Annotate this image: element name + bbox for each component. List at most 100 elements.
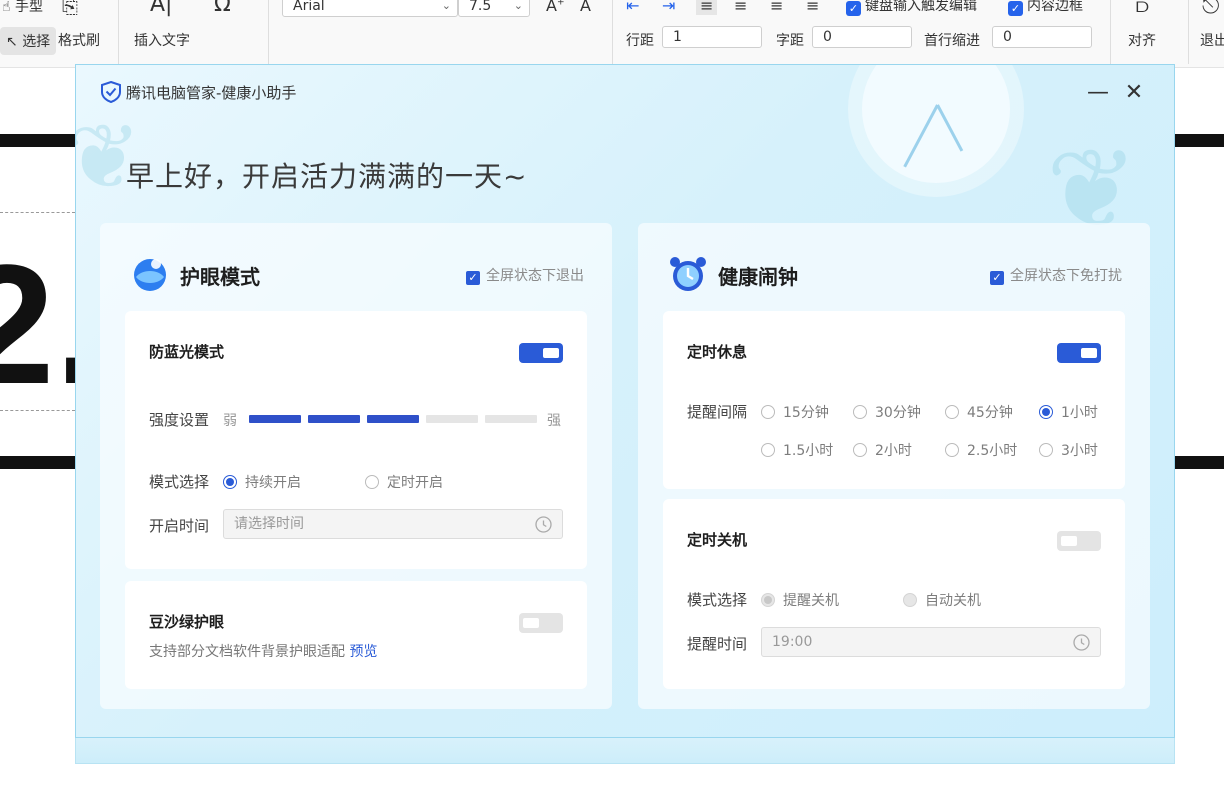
start-time-input[interactable]: 请选择时间: [223, 509, 563, 539]
close-button[interactable]: ✕: [1120, 79, 1148, 107]
intensity-weak-label: 弱: [223, 413, 237, 429]
toolbar-divider: [118, 0, 119, 64]
grow-font-button[interactable]: A+: [546, 0, 565, 15]
shutdown-time-input[interactable]: 19:00: [761, 627, 1101, 657]
start-time-label: 开启时间: [149, 517, 210, 535]
timed-shutdown-title: 定时关机: [687, 531, 748, 549]
first-indent-input[interactable]: 0: [992, 26, 1092, 48]
blue-mode-label: 模式选择: [149, 473, 210, 491]
tencent-shield-icon: [101, 81, 121, 103]
health-assistant-dialog: ❦ ❦ 腾讯电脑管家-健康小助手 — ✕ 早上好，开启活力满满的一天~ 护眼模式…: [75, 64, 1175, 738]
justify-icon[interactable]: ≡: [806, 0, 819, 15]
chevron-down-icon: ⌄: [513, 0, 523, 12]
checkmark-icon: ✓: [990, 271, 1004, 285]
timed-rest-toggle[interactable]: [1057, 343, 1101, 363]
green-eye-toggle[interactable]: [519, 613, 563, 633]
shutdown-time-label: 提醒时间: [687, 635, 748, 653]
doc-dashed-line: [0, 212, 75, 213]
insert-text-icon[interactable]: A|: [150, 0, 172, 17]
font-name-value: Arial: [293, 0, 325, 14]
align-right-icon[interactable]: ≡: [770, 0, 783, 15]
background-pane-edge: [75, 738, 1175, 764]
interval-option-radio[interactable]: 45分钟: [945, 402, 1013, 422]
align-objects-icon[interactable]: ⫐: [1136, 0, 1149, 19]
exit-icon[interactable]: ⎋: [1202, 0, 1219, 19]
mode-timed-radio[interactable]: 定时开启: [365, 472, 443, 492]
eye-mode-card: 护眼模式 ✓ 全屏状态下退出 防蓝光模式 强度设置 弱 强 模式选择 持续开启 定…: [100, 223, 612, 709]
interval-option-radio[interactable]: 2小时: [853, 440, 912, 460]
mode-remind-shutdown-radio[interactable]: 提醒关机: [761, 590, 839, 610]
clock-icon: [535, 516, 552, 533]
start-time-placeholder: 请选择时间: [234, 516, 304, 532]
timed-shutdown-section: 定时关机 模式选择 提醒关机 自动关机 提醒时间 19:00: [663, 499, 1125, 689]
align-left-icon[interactable]: ≡: [696, 0, 718, 15]
format-painter-icon[interactable]: ⎘: [62, 0, 78, 18]
intensity-segment[interactable]: [485, 415, 537, 423]
toolbar-divider: [1110, 0, 1111, 64]
content-border-checkbox[interactable]: ✓ 内容边框: [1008, 0, 1083, 16]
eye-mode-title: 护眼模式: [180, 265, 260, 289]
exit-button[interactable]: 退出: [1200, 30, 1224, 50]
font-name-select[interactable]: Arial ⌄: [282, 0, 458, 17]
intensity-slider[interactable]: [249, 415, 539, 423]
intensity-segment[interactable]: [308, 415, 360, 423]
alarm-clock-icon: [670, 257, 706, 291]
chevron-down-icon: ⌄: [441, 0, 451, 12]
editor-toolbar: ☝ 手型 ↖ 选择 ⎘ 格式刷 A| 插入文字 Ω Arial ⌄ 7.5 ⌄ …: [0, 0, 1224, 68]
alarm-title: 健康闹钟: [718, 265, 798, 289]
interval-option-radio[interactable]: 30分钟: [853, 402, 921, 422]
select-label: 选择: [22, 34, 51, 50]
shutdown-mode-label: 模式选择: [687, 591, 748, 609]
alarm-fullscreen-dnd-checkbox[interactable]: ✓ 全屏状态下免打扰: [990, 265, 1122, 285]
intensity-label: 强度设置: [149, 411, 210, 429]
toolbar-divider: [612, 0, 613, 64]
first-indent-label: 首行缩进: [924, 33, 980, 49]
outdent-icon[interactable]: ⇤: [626, 0, 639, 15]
intensity-segment[interactable]: [426, 415, 478, 423]
toolbar-divider: [268, 0, 269, 64]
blue-light-section: 防蓝光模式 强度设置 弱 强 模式选择 持续开启 定时开启 开启时间 请选择时间: [125, 311, 587, 569]
eye-fullscreen-exit-checkbox[interactable]: ✓ 全屏状态下退出: [466, 265, 584, 285]
intensity-strong-label: 强: [547, 413, 561, 429]
format-painter-button[interactable]: 格式刷: [58, 30, 100, 50]
intensity-segment[interactable]: [249, 415, 301, 423]
font-size-value: 7.5: [469, 0, 492, 14]
blue-light-toggle[interactable]: [519, 343, 563, 363]
greeting-text: 早上好，开启活力满满的一天~: [126, 160, 528, 193]
interval-option-radio[interactable]: 1小时: [1039, 402, 1098, 422]
keyboard-trigger-edit-checkbox[interactable]: ✓ 键盘输入触发编辑: [846, 0, 977, 16]
align-center-icon[interactable]: ≡: [734, 0, 747, 15]
align-button[interactable]: 对齐: [1128, 30, 1156, 50]
preview-link[interactable]: 预览: [349, 644, 377, 660]
green-eye-section: 豆沙绿护眼 支持部分文档软件背景护眼适配 预览: [125, 581, 587, 689]
intensity-segment[interactable]: [367, 415, 419, 423]
hand-mode-button[interactable]: ☝ 手型: [2, 0, 43, 16]
green-eye-title: 豆沙绿护眼: [149, 613, 225, 631]
hand-icon: ☝: [2, 0, 11, 15]
mode-auto-shutdown-radio[interactable]: 自动关机: [903, 590, 981, 610]
shrink-font-button[interactable]: A: [580, 0, 591, 15]
timed-rest-section: 定时休息 提醒间隔 15分钟 30分钟 45分钟 1小时 1.5小时 2小时 2.5小时 3小…: [663, 311, 1125, 489]
font-size-select[interactable]: 7.5 ⌄: [458, 0, 530, 17]
hand-mode-label: 手型: [14, 0, 43, 15]
interval-option-radio[interactable]: 3小时: [1039, 440, 1098, 460]
timed-shutdown-toggle[interactable]: [1057, 531, 1101, 551]
indent-icon[interactable]: ⇥: [662, 0, 675, 15]
minimize-button[interactable]: —: [1084, 79, 1112, 107]
interval-option-radio[interactable]: 1.5小时: [761, 440, 833, 460]
health-alarm-card: 健康闹钟 ✓ 全屏状态下免打扰 定时休息 提醒间隔 15分钟 30分钟 45分钟 1小时…: [638, 223, 1150, 709]
checkmark-icon: ✓: [466, 271, 480, 285]
timed-rest-title: 定时休息: [687, 343, 748, 361]
select-button[interactable]: ↖ 选择: [0, 27, 57, 55]
interval-label: 提醒间隔: [687, 403, 748, 421]
interval-option-radio[interactable]: 15分钟: [761, 402, 829, 422]
insert-text-button[interactable]: 插入文字: [134, 30, 190, 50]
mode-continuous-radio[interactable]: 持续开启: [223, 472, 301, 492]
line-spacing-input[interactable]: 1: [662, 26, 762, 48]
shape-icon[interactable]: Ω: [214, 0, 231, 17]
toolbar-divider: [1188, 0, 1189, 64]
interval-option-radio[interactable]: 2.5小时: [945, 440, 1017, 460]
char-spacing-input[interactable]: 0: [812, 26, 912, 48]
dialog-title-bar[interactable]: 腾讯电脑管家-健康小助手 — ✕: [76, 65, 1174, 121]
clock-icon: [1073, 634, 1090, 651]
